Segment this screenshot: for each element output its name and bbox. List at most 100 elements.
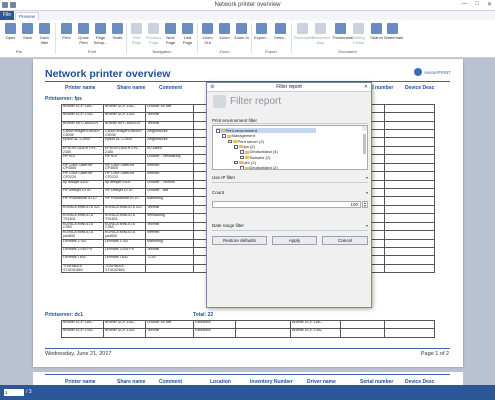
tab-file[interactable]: File <box>0 11 14 20</box>
table-cell: KONICA MINOLTA TS1601 <box>103 213 146 223</box>
export-icon <box>256 23 267 34</box>
dialog-app-icon: ⚙ <box>210 84 215 90</box>
tree-node[interactable]: Deutschland (2) <box>240 165 278 169</box>
ribbon-button-export[interactable]: Export... <box>253 23 270 48</box>
page-number-input[interactable]: 1 <box>4 389 24 396</box>
ribbon-button-thumbnails[interactable]: Thumbnails <box>332 23 353 48</box>
ribbon-button-page-setup[interactable]: Page Setup... <box>92 23 109 48</box>
count-input[interactable]: 100 <box>212 201 361 208</box>
ribbon-group-label: File <box>15 49 23 54</box>
ribbon-button-previous-page[interactable]: Previous Page <box>145 23 162 48</box>
ribbon-button-scale[interactable]: Scale <box>109 23 126 48</box>
open-icon <box>5 23 16 34</box>
checkbox-icon[interactable] <box>234 160 238 165</box>
folder-icon <box>232 140 237 144</box>
ribbon-button-zoom-in[interactable]: Zoom In <box>233 23 250 48</box>
checkbox-icon[interactable] <box>222 134 226 138</box>
tree-node[interactable]: Schweiz (2) <box>240 155 270 160</box>
ribbon-button-search[interactable]: Search <box>368 23 385 48</box>
checkbox-icon[interactable] <box>240 166 244 169</box>
table-cell: Drucker - alle <box>145 188 194 198</box>
table-cell: Canon imageRUNNER C5035 <box>61 128 104 139</box>
data-filter-icon <box>39 23 50 34</box>
table-cell <box>340 319 385 330</box>
ribbon-button-data-filter[interactable]: Data filter <box>36 23 53 48</box>
table-cell: Lexmark T642 <box>61 255 104 265</box>
tree-node[interactable]: fps (2) <box>234 144 255 149</box>
table-cell <box>384 204 435 215</box>
printer-table-dc1: Brother DCP-116C Brother DCP-116C Drucker … <box>61 319 435 338</box>
table-cell: KONICA MINOLTA pa4650 <box>61 230 104 240</box>
tree-node[interactable]: Print server (2) <box>228 139 264 144</box>
tree-node[interactable]: Print environment <box>216 128 316 133</box>
checkbox-icon[interactable] <box>234 145 238 149</box>
folder-icon <box>238 145 243 149</box>
ribbon-button-first-page[interactable]: First Page <box>128 23 145 48</box>
document-preview-area[interactable]: Network printer overview sesamPRINT Prin… <box>0 59 495 385</box>
col-device-desc: Device Desc <box>405 85 435 91</box>
ribbon-button-print[interactable]: Print <box>58 23 75 48</box>
ribbon-button-open[interactable]: Open <box>2 23 19 48</box>
table-cell <box>384 196 435 206</box>
print-environment-tree[interactable]: Print environment Management Print server … <box>212 125 368 170</box>
dialog-close-icon[interactable]: ✕ <box>364 83 368 92</box>
dialog-title-bar: ⚙ Filter report ✕ <box>207 83 371 92</box>
ribbon: Open Save Data filter Print Quick Print Page … <box>0 20 495 58</box>
logo-icon <box>414 68 423 76</box>
count-section[interactable]: Count ▾ <box>212 190 368 196</box>
close-button[interactable]: ✕ <box>487 1 492 8</box>
ribbon-button-zoom[interactable]: Zoom <box>216 23 233 48</box>
table-cell <box>235 328 291 338</box>
ribbon-button-document-map[interactable]: Document Map <box>312 23 330 48</box>
table-cell <box>340 328 385 338</box>
maximize-button[interactable]: □ <box>475 1 479 8</box>
page-setup-icon <box>95 23 106 34</box>
ribbon-button-last-page[interactable]: Last Page <box>179 23 196 48</box>
tree-node[interactable]: Deutschland (4) <box>240 149 278 154</box>
ribbon-separator <box>197 23 198 54</box>
table-cell: Vertrieb <box>145 162 194 173</box>
group-header-dc1: Printserver: dc1 <box>45 312 84 318</box>
checkbox-icon[interactable] <box>240 150 244 154</box>
minimize-button[interactable]: — <box>461 1 467 8</box>
ribbon-button-next-page[interactable]: Next Page <box>162 23 179 48</box>
ribbon-button-save[interactable]: Save <box>19 23 36 48</box>
table-cell: KONICA MINOLTA 421 <box>103 204 146 215</box>
footer-page-number: Page 1 of 2 <box>420 351 449 357</box>
checkbox-icon[interactable] <box>240 155 244 160</box>
previous-page-icon <box>148 23 159 34</box>
table-cell: HP Photosmart A710 <box>103 196 146 206</box>
ribbon-button-parameters[interactable]: Parameters <box>294 23 315 48</box>
ribbon-group-label: Export <box>265 49 277 54</box>
ribbon-button-quick-print[interactable]: Quick Print <box>75 23 92 48</box>
tree-scrollbar[interactable] <box>362 126 367 154</box>
ribbon-button-zoom-out[interactable]: Zoom Out <box>199 23 216 48</box>
ribbon-button-editing-fields[interactable]: Editing Fields <box>350 23 367 48</box>
ip-filter-section[interactable]: Use IP filter ▾ <box>212 175 368 181</box>
col-share-name: Share name <box>117 85 146 91</box>
apply-button[interactable]: Apply <box>272 236 317 245</box>
ribbon-tabs: File Preview <box>0 11 495 20</box>
tree-node[interactable]: dc1 (2) <box>234 160 256 165</box>
ribbon-button-watermark[interactable]: Watermark <box>384 23 403 48</box>
cancel-button[interactable]: Cancel <box>322 236 368 245</box>
scale-icon <box>112 23 123 34</box>
status-bar: 1 / 3 <box>0 385 495 400</box>
table-cell <box>384 179 435 190</box>
table-cell <box>384 319 435 330</box>
table-cell: Vertrieb <box>145 230 194 240</box>
table-cell <box>384 238 435 249</box>
tab-preview[interactable]: Preview <box>15 12 39 20</box>
folder-icon <box>238 161 243 165</box>
tree-node[interactable]: Management <box>222 133 255 138</box>
checkbox-icon[interactable] <box>216 129 220 133</box>
ribbon-button-send[interactable]: Send... <box>272 23 289 48</box>
date-range-section[interactable]: Date range filter ▾ <box>212 223 368 229</box>
checkbox-icon[interactable] <box>228 139 232 144</box>
count-spinner[interactable]: ▲ ▼ <box>362 201 368 208</box>
ribbon-group-label: Print <box>87 49 97 54</box>
next-page-icon <box>165 23 176 34</box>
restore-defaults-button[interactable]: Restore defaults <box>212 236 267 245</box>
table-cell: Brother DCP-135C <box>61 112 104 122</box>
table-cell: Brother DCP-116C <box>61 103 104 114</box>
